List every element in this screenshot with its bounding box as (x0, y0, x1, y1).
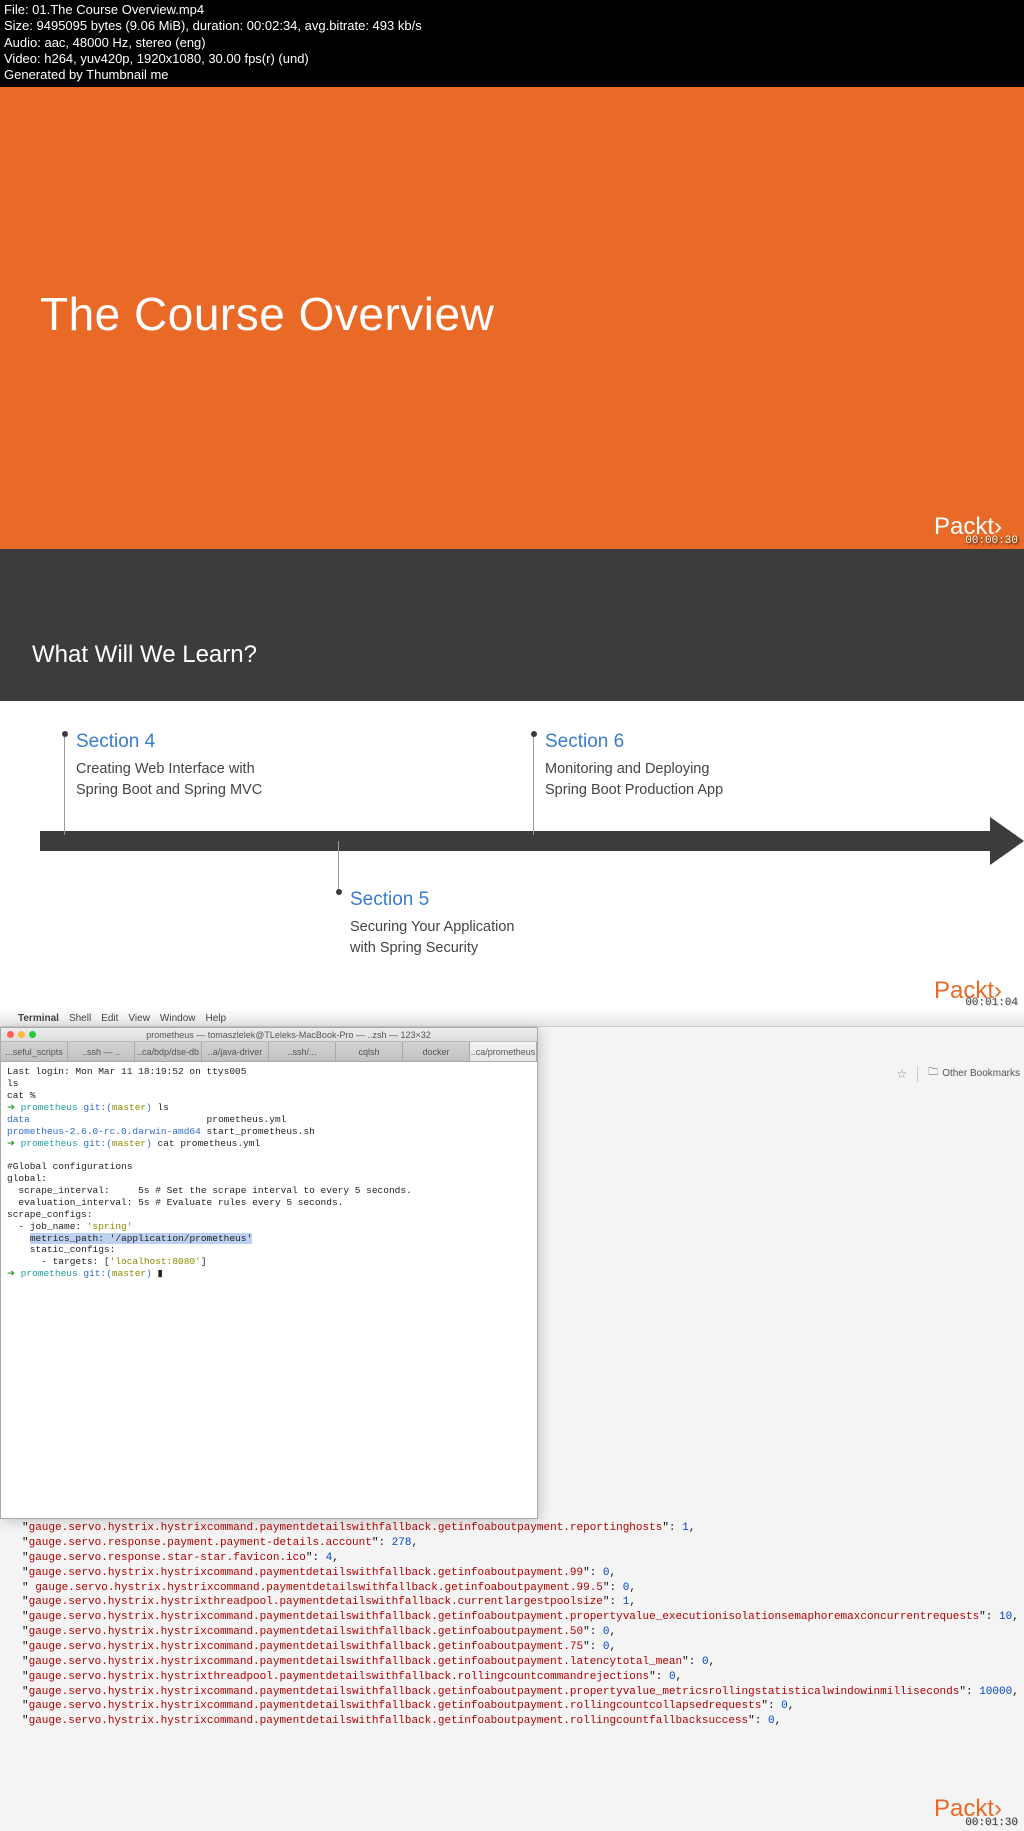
menu-help: Help (206, 1013, 227, 1024)
other-bookmarks-label: Other Bookmarks (942, 1068, 1020, 1079)
window-close-icon[interactable] (7, 1031, 14, 1038)
section-6-callout: Section 6 Monitoring and DeployingSpring… (545, 731, 785, 800)
meta-size: Size: 9495095 bytes (9.06 MiB), duration… (4, 18, 1020, 34)
section-4-title: Section 4 (76, 731, 316, 753)
terminal-tab[interactable]: ..ca/bdp/dse-db (135, 1042, 202, 1061)
menu-terminal: Terminal (18, 1013, 59, 1024)
meta-gen: Generated by Thumbnail me (4, 67, 1020, 83)
terminal-window: prometheus — tomaszlelek@TLeleks-MacBook… (0, 1027, 538, 1519)
terminal-output: Last login: Mon Mar 11 18:19:52 on ttys0… (1, 1062, 537, 1284)
terminal-tab[interactable]: ..ca/prometheus (470, 1042, 537, 1061)
menu-window: Window (160, 1013, 196, 1024)
window-min-icon[interactable] (18, 1031, 25, 1038)
course-title: The Course Overview (40, 287, 494, 341)
section-4-callout: Section 4 Creating Web Interface withSpr… (76, 731, 316, 800)
terminal-tab-bar: ...seful_scripts..ssh — ....ca/bdp/dse-d… (1, 1042, 537, 1062)
terminal-titlebar: prometheus — tomaszlelek@TLeleks-MacBook… (1, 1028, 537, 1042)
section-6-subtitle: Monitoring and DeployingSpring Boot Prod… (545, 759, 785, 800)
timestamp-slide1: 00:00:30 (965, 535, 1018, 547)
timestamp-slide3: 00:01:30 (965, 1817, 1018, 1829)
star-icon: ☆ (896, 1067, 907, 1081)
video-metadata-panel: File: 01.The Course Overview.mp4 Size: 9… (0, 0, 1024, 87)
terminal-tab[interactable]: cqlsh (336, 1042, 403, 1061)
section-5-title: Section 5 (350, 889, 590, 911)
window-max-icon[interactable] (29, 1031, 36, 1038)
meta-video: Video: h264, yuv420p, 1920x1080, 30.00 f… (4, 51, 1020, 67)
timeline-arrow-icon (40, 823, 1024, 859)
menu-edit: Edit (101, 1013, 118, 1024)
menu-shell: Shell (69, 1013, 91, 1024)
slide-sections-timeline: Section 4 Creating Web Interface withSpr… (0, 701, 1024, 1011)
slide-what-will-we-learn-header: What Will We Learn? (0, 549, 1024, 701)
meta-audio: Audio: aac, 48000 Hz, stereo (eng) (4, 35, 1020, 51)
terminal-tab[interactable]: ..a/java-driver (202, 1042, 269, 1061)
slide2-question: What Will We Learn? (32, 641, 257, 669)
section-4-subtitle: Creating Web Interface withSpring Boot a… (76, 759, 316, 800)
terminal-tab[interactable]: ...seful_scripts (1, 1042, 68, 1061)
folder-icon: 🗀 (928, 1065, 938, 1082)
slide-course-overview: The Course Overview Packt› 00:00:30 (0, 87, 1024, 549)
timestamp-slide2: 00:01:04 (965, 997, 1018, 1009)
metrics-json-output: "gauge.servo.hystrix.hystrixcommand.paym… (22, 1521, 1024, 1729)
slide-terminal-screenshot: Terminal Shell Edit View Window Help pro… (0, 1011, 1024, 1831)
terminal-tab[interactable]: ..ssh/... (269, 1042, 336, 1061)
section-5-callout: Section 5 Securing Your Applicationwith … (350, 889, 590, 958)
menu-view: View (128, 1013, 150, 1024)
terminal-tab[interactable]: ..ssh — .. (68, 1042, 135, 1061)
browser-bookmarks-hint: ☆ 🗀 Other Bookmarks (896, 1065, 1020, 1082)
terminal-window-title: prometheus — tomaszlelek@TLeleks-MacBook… (40, 1030, 537, 1040)
terminal-tab[interactable]: docker (403, 1042, 470, 1061)
section-6-title: Section 6 (545, 731, 785, 753)
section-5-subtitle: Securing Your Applicationwith Spring Sec… (350, 917, 590, 958)
mac-menubar: Terminal Shell Edit View Window Help (0, 1011, 1024, 1027)
meta-file: File: 01.The Course Overview.mp4 (4, 2, 1020, 18)
